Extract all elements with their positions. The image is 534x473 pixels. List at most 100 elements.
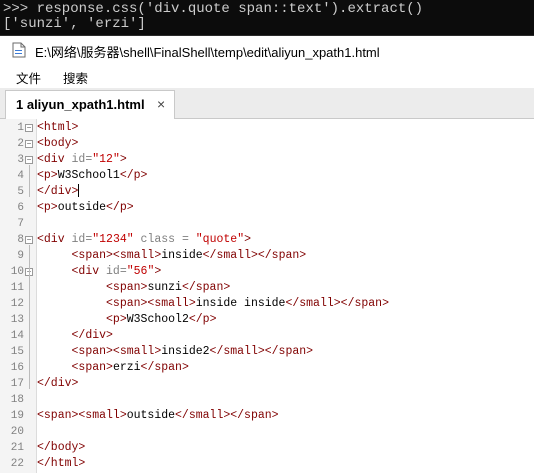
line-number: 18 [10,394,24,406]
code-text: <span><small>inside inside</small></span… [37,296,389,312]
code-line[interactable]: 10− <div id="56"> [0,264,534,280]
code-line[interactable]: 17 </div> [0,376,534,392]
code-token: "56" [126,265,155,278]
code-token: W3School1 [57,169,120,182]
code-line[interactable]: 11 <span>sunzi</span> [0,280,534,296]
fold-toggle-icon[interactable]: − [25,156,33,164]
code-text: </html> [37,456,85,472]
line-number: 10 [10,266,24,278]
code-line[interactable]: 5 </div> [0,184,534,200]
code-token: <span><small> [71,249,162,262]
code-token: W3School2 [126,313,189,326]
code-token: <div [71,265,107,278]
menu-file[interactable]: 文件 [16,68,41,87]
code-line[interactable]: 16 <span>erzi</span> [0,360,534,376]
code-token: <span> [106,281,148,294]
code-line[interactable]: 6 <p>outside</p> [0,200,534,216]
line-number: 17 [10,378,24,390]
code-token: id= [71,153,93,166]
code-line[interactable]: 21 </body> [0,440,534,456]
code-editor[interactable]: 1− <html> 2− <body> 3− <div id="12"> 4 <p>W3Sch… [0,119,534,473]
code-text: </div> [37,328,113,344]
line-number: 5 [17,186,24,198]
code-token: <div [37,153,72,166]
code-token: <span><small> [71,345,162,358]
code-text: <span><small>inside</small></span> [37,248,307,264]
fold-toggle-icon[interactable]: − [25,140,33,148]
code-line[interactable]: 20 [0,424,534,440]
code-token: <html> [37,121,79,134]
line-number: 20 [10,426,24,438]
code-token: </span> [140,361,189,374]
code-text: <p>outside</p> [37,200,134,216]
code-line[interactable]: 18 [0,392,534,408]
line-number: 2 [17,138,24,150]
code-token: <p> [37,169,58,182]
line-number: 22 [10,458,24,470]
code-token: inside [161,249,203,262]
code-token: <p> [106,313,127,326]
fold-guide [29,277,30,341]
code-token: </p> [188,313,217,326]
code-line[interactable]: 13 <p>W3School2</p> [0,312,534,328]
line-number: 13 [10,314,24,326]
code-token: </span> [181,281,231,294]
code-line[interactable]: 19 <span><small>outside</small></span> [0,408,534,424]
code-line[interactable]: 14 </div> [0,328,534,344]
code-token: </p> [106,201,134,214]
code-line[interactable]: 9 <span><small>inside</small></span> [0,248,534,264]
code-token: inside2 [161,345,210,358]
line-number: 1 [17,122,24,134]
code-text: <p>W3School2</p> [37,312,216,328]
code-token: id= [106,265,127,278]
editor-window: E:\网络\服务器\shell\FinalShell\temp\edit\ali… [0,35,534,473]
close-icon[interactable]: × [157,96,165,112]
code-token: <body> [37,137,79,150]
code-line[interactable]: 1− <html> [0,120,534,136]
code-token: erzi [112,361,141,374]
line-number: 16 [10,362,24,374]
code-token: > [154,265,162,278]
code-text: <div id="12"> [37,152,127,168]
code-token: </body> [37,441,86,454]
tab-bar: 1 aliyun_xpath1.html × [0,88,534,119]
code-text: <body> [37,136,78,152]
window-title: E:\网络\服务器\shell\FinalShell\temp\edit\ali… [35,45,380,60]
code-token: <span><small> [37,409,127,422]
code-token: sunzi [147,281,182,294]
title-bar: E:\网络\服务器\shell\FinalShell\temp\edit\ali… [0,35,534,64]
fold-toggle-icon[interactable]: − [25,124,33,132]
fold-toggle-icon[interactable]: − [25,236,33,244]
code-line[interactable]: 4 <p>W3School1</p> [0,168,534,184]
line-number: 6 [17,202,24,214]
menu-search[interactable]: 搜索 [63,68,88,87]
text-cursor [78,184,80,198]
code-token: "1234" [92,233,134,246]
code-text: </body> [37,440,85,456]
code-line[interactable]: 7 [0,216,534,232]
code-text: </div> [37,184,80,200]
code-line[interactable]: 22 </html> [0,456,534,472]
code-token: "quote" [195,233,245,246]
code-line[interactable]: 2− <body> [0,136,534,152]
code-line[interactable]: 12 <span><small>inside inside</small></s… [0,296,534,312]
code-token: </small></span> [202,249,307,262]
code-token: </small></span> [285,297,389,310]
code-token: > [244,233,251,246]
code-text: </div> [37,376,78,392]
code-token: <span><small> [106,297,196,310]
terminal-command-line: >>> response.css('div.quote span::text')… [3,1,424,17]
code-token: </div> [37,185,79,198]
code-line[interactable]: 15 <span><small>inside2</small></span> [0,344,534,360]
code-text: <span>sunzi</span> [37,280,230,296]
code-line[interactable]: 8− <div id="1234" class = "quote"> [0,232,534,248]
tab-label: 1 aliyun_xpath1.html [16,97,145,112]
terminal-output: >>> response.css('div.quote span::text')… [0,0,534,35]
tab-aliyun-xpath1[interactable]: 1 aliyun_xpath1.html × [5,90,175,119]
line-number: 15 [10,346,24,358]
code-line[interactable]: 3− <div id="12"> [0,152,534,168]
